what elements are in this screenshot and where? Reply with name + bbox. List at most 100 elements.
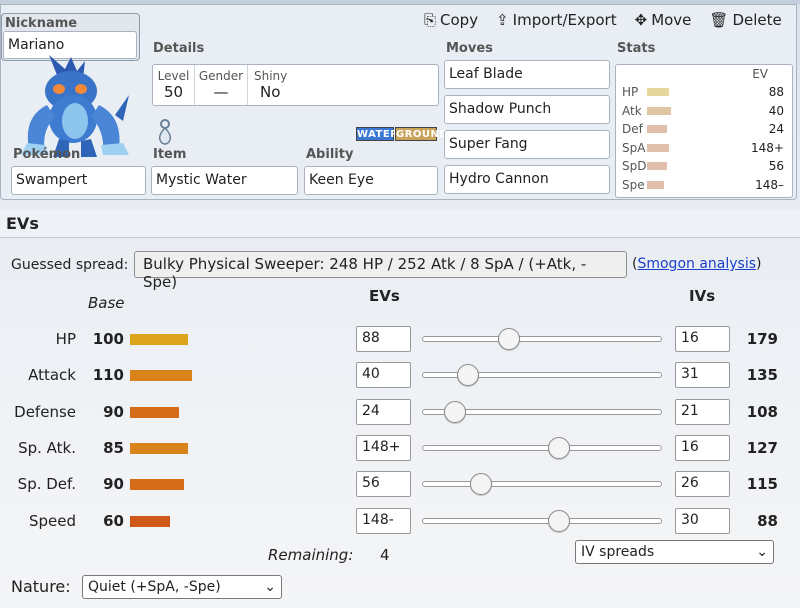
shiny-label: Shiny — [254, 69, 288, 83]
set-card: Nickname Mariano Details Level 50 Gender — [0, 4, 797, 200]
base-header: Base — [88, 294, 125, 312]
nature-value: Quiet (+SpA, -Spe) — [88, 579, 221, 595]
iv-input[interactable]: 16 — [675, 434, 730, 461]
move-button[interactable]: ✥ Move — [635, 11, 692, 29]
moves-label: Moves — [446, 41, 493, 56]
ivs-header: IVs — [689, 287, 716, 305]
stat-row-def: Def 24 — [616, 122, 794, 138]
ev-slider-thumb[interactable] — [498, 328, 520, 350]
stat-ev: 88 — [768, 85, 784, 99]
stat-name: Def — [622, 122, 643, 136]
ev-slider-thumb[interactable] — [444, 400, 466, 423]
actions-bar: ⎘ Copy ⇪ Import/Export ✥ Move 🗑 Delete — [424, 11, 782, 29]
ev-slider-track[interactable] — [422, 517, 662, 524]
stat-bar — [647, 106, 671, 115]
move-3-input[interactable]: Super Fang — [444, 130, 610, 159]
ability-label: Ability — [306, 147, 354, 162]
ev-row-stat-label: Sp. Def. — [17, 475, 76, 494]
chevron-down-icon: ⌄ — [264, 579, 276, 595]
stat-name: HP — [622, 85, 639, 99]
ev-slider-track[interactable] — [422, 336, 662, 342]
copy-label: Copy — [440, 11, 479, 29]
stat-name: SpD — [622, 159, 647, 173]
details-panel[interactable]: Level 50 Gender — Shiny No — [152, 64, 439, 106]
item-icon — [153, 118, 177, 146]
smogon-analysis-link[interactable]: Smogon analysis — [637, 256, 756, 272]
delete-button[interactable]: 🗑 Delete — [709, 11, 781, 29]
stat-ev: 56 — [768, 159, 784, 173]
ev-row-base-bar — [130, 370, 192, 382]
ev-input[interactable]: 56 — [356, 471, 411, 498]
guessed-spread-button[interactable]: Bulky Physical Sweeper: 248 HP / 252 Atk… — [134, 251, 627, 291]
ev-header: EV — [752, 67, 768, 81]
ability-input[interactable]: Keen Eye — [304, 166, 438, 195]
pokemon-input[interactable]: Swampert — [11, 166, 146, 195]
ev-row-base-bar — [130, 479, 184, 491]
copy-icon: ⎘ — [424, 11, 437, 29]
item-input[interactable]: Mystic Water — [151, 166, 298, 195]
ev-input[interactable]: 148- — [356, 507, 411, 534]
gender-value: — — [213, 83, 229, 101]
level-cell: Level 50 — [153, 65, 195, 105]
stat-name: Spe — [622, 177, 645, 192]
ev-slider-thumb[interactable] — [457, 364, 479, 387]
ev-slider-thumb[interactable] — [548, 436, 570, 459]
ev-row-base-bar — [130, 515, 170, 527]
stat-bar — [647, 143, 669, 152]
details-label: Details — [153, 41, 205, 56]
stat-ev: 148+ — [751, 140, 784, 155]
stat-bar — [647, 162, 667, 170]
shiny-cell: Shiny No — [248, 65, 298, 105]
ev-slider-track[interactable] — [422, 481, 662, 488]
iv-input[interactable]: 21 — [675, 398, 730, 425]
shiny-value: No — [260, 83, 281, 101]
stat-bar — [647, 88, 669, 96]
ev-input[interactable]: 88 — [356, 326, 411, 352]
iv-input[interactable]: 26 — [675, 471, 730, 498]
evs-title: EVs — [0, 210, 800, 238]
ev-input[interactable]: 148+ — [356, 434, 411, 461]
ev-slider-track[interactable] — [422, 444, 662, 451]
delete-label: Delete — [732, 11, 782, 29]
move-4-input[interactable]: Hydro Cannon — [444, 165, 610, 194]
ev-slider-thumb[interactable] — [470, 473, 492, 496]
ev-row-base-value: 90 — [103, 402, 124, 421]
ev-input[interactable]: 40 — [356, 362, 411, 389]
stat-ev: 148– — [755, 177, 784, 192]
nickname-label: Nickname — [5, 16, 78, 31]
smogon-close: ) — [756, 256, 762, 272]
move-2-input[interactable]: Shadow Punch — [444, 95, 610, 124]
iv-input[interactable]: 31 — [675, 362, 730, 389]
ev-slider-thumb[interactable] — [548, 509, 570, 532]
import-export-icon: ⇪ — [496, 11, 509, 29]
move-label: Move — [651, 11, 692, 29]
ev-row-stat-label: Sp. Atk. — [18, 438, 76, 457]
ev-row-base-value: 90 — [103, 475, 124, 494]
ev-input[interactable]: 24 — [356, 398, 411, 425]
stat-row-spe: Spe 148– — [616, 178, 794, 194]
ev-row-total: 88 — [757, 511, 778, 530]
ev-row-base-bar — [130, 406, 179, 418]
level-value: 50 — [163, 83, 184, 101]
remaining-value: 4 — [380, 546, 390, 564]
iv-spreads-select[interactable]: IV spreads ⌄ — [575, 540, 774, 564]
gender-cell: Gender — — [195, 65, 248, 105]
stats-panel[interactable]: EV HP 88 Atk 40 Def 24 SpA 148+ SpD 56 Spe 148– — [615, 64, 793, 198]
iv-input[interactable]: 16 — [675, 326, 730, 352]
nature-select[interactable]: Quiet (+SpA, -Spe) ⌄ — [82, 575, 282, 599]
import-export-button[interactable]: ⇪ Import/Export — [496, 11, 617, 29]
stats-label: Stats — [617, 41, 656, 56]
ev-row-total: 127 — [746, 438, 778, 457]
iv-input[interactable]: 30 — [675, 507, 730, 534]
ev-row-base-bar — [130, 442, 188, 454]
nickname-panel: Nickname Mariano — [1, 13, 140, 61]
import-export-label: Import/Export — [512, 11, 617, 29]
ev-row-stat-label: Speed — [28, 511, 76, 530]
ev-row-total: 115 — [746, 475, 778, 494]
stat-row-hp: HP 88 — [616, 85, 794, 101]
evs-header: EVs — [369, 287, 400, 305]
ev-row-stat-label: Attack — [28, 366, 76, 385]
ev-row-base-value: 110 — [92, 366, 124, 385]
copy-button[interactable]: ⎘ Copy — [424, 11, 478, 29]
move-1-input[interactable]: Leaf Blade — [444, 60, 610, 89]
